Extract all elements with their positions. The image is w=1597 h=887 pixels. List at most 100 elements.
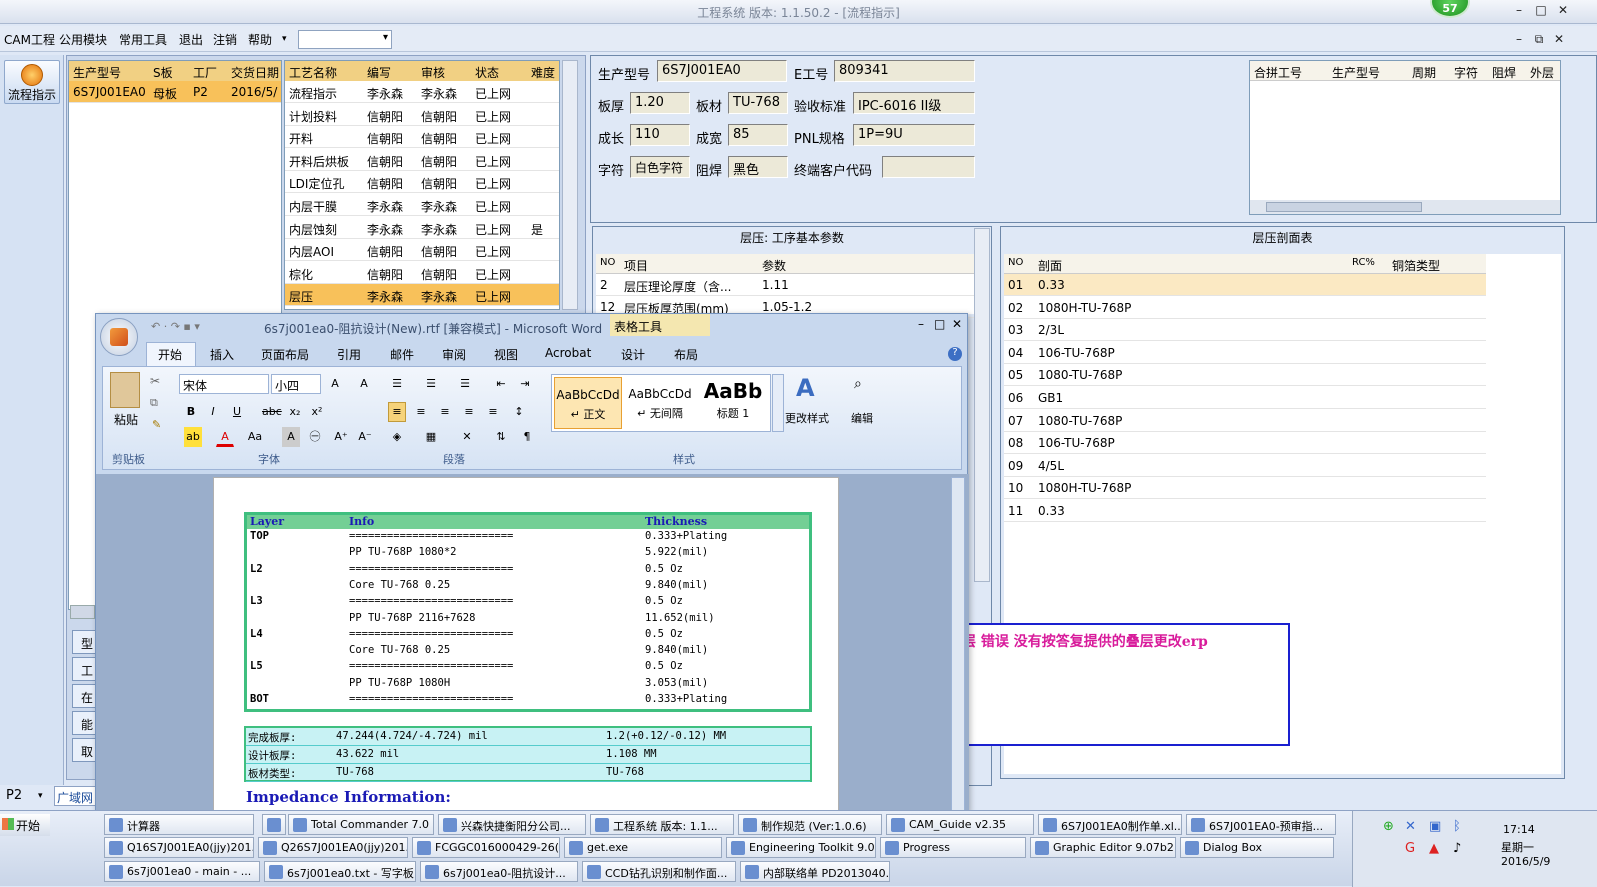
change-case-icon[interactable]: Aa <box>246 427 264 447</box>
borders-icon[interactable]: ▦ <box>422 427 440 447</box>
taskbar-item[interactable]: 兴森快捷衡阳分公司... <box>438 814 586 835</box>
align-center-icon[interactable]: ≡ <box>412 402 430 422</box>
copy-icon[interactable]: ⧉ <box>150 396 158 410</box>
pnl-field[interactable]: 1P=9U <box>853 124 975 146</box>
table-row[interactable]: 04 106-TU-768P <box>1004 342 1486 364</box>
clock-day[interactable]: 星期一 <box>1501 839 1534 855</box>
tray-app-icon[interactable]: ▣ <box>1429 819 1441 834</box>
table-row[interactable]: 11 0.33 <box>1004 500 1486 522</box>
chinese-layout-icon[interactable]: ✕ <box>458 427 476 447</box>
taskbar-item[interactable]: 6s7j001ea0.txt - 写字板 <box>264 861 416 882</box>
clear-format-icon[interactable]: A <box>355 374 373 394</box>
col-status[interactable]: 状态 <box>475 64 499 81</box>
table-row[interactable]: 07 1080-TU-768P <box>1004 410 1486 432</box>
col-merge-cycle[interactable]: 周期 <box>1412 64 1436 81</box>
mask-field[interactable]: 黑色 <box>728 156 788 178</box>
table-row[interactable]: 内层干膜 李永森 李永森 已上网 <box>285 194 559 216</box>
font-size-select[interactable]: 小四 <box>271 374 321 394</box>
grow-font-icon[interactable]: A <box>326 374 344 394</box>
italic-icon[interactable]: I <box>204 402 222 422</box>
style-heading-1[interactable]: AaBb 标题 1 <box>698 377 768 429</box>
col-merge-char[interactable]: 字符 <box>1454 64 1478 81</box>
tray-warning-icon[interactable]: ▲ <box>1429 841 1439 856</box>
sort-icon[interactable]: ⇅ <box>492 427 510 447</box>
table-row[interactable]: 开料后烘板 信朝阳 信朝阳 已上网 <box>285 149 559 171</box>
col-no[interactable]: NO <box>600 257 615 268</box>
h-scrollbar[interactable] <box>70 605 95 619</box>
table-row[interactable]: 层压 李永森 李永森 已上网 <box>285 284 559 307</box>
align-right-icon[interactable]: ≡ <box>436 402 454 422</box>
side-tab[interactable]: 在 <box>72 684 96 708</box>
taskbar-item[interactable]: 6S7J001EA0-预审指... <box>1186 814 1336 835</box>
tab-review[interactable]: 审阅 <box>442 346 466 363</box>
multilevel-icon[interactable]: ☰ <box>456 374 474 394</box>
menu-combo[interactable] <box>298 30 392 49</box>
wan-tab[interactable]: 广域网 <box>54 786 96 806</box>
decrease-indent-icon[interactable]: ⇤ <box>492 374 510 394</box>
tab-acrobat[interactable]: Acrobat <box>545 346 591 360</box>
side-tab[interactable]: 能 <box>72 711 96 735</box>
col-item[interactable]: 项目 <box>624 257 648 274</box>
table-row[interactable]: 09 4/5L <box>1004 455 1486 477</box>
taskbar-item[interactable]: 制作规范 (Ver:1.0.6) <box>738 814 882 835</box>
find-icon[interactable]: ⌕ <box>854 376 862 392</box>
taskbar-item[interactable]: Dialog Box <box>1180 837 1334 858</box>
mat-field[interactable]: TU-768 <box>728 92 788 114</box>
menu-tools[interactable]: 常用工具 <box>119 31 167 48</box>
taskbar-item[interactable]: CCD钻孔识别和制作面... <box>582 861 736 882</box>
shading-icon[interactable]: ◈ <box>388 427 406 447</box>
style-normal[interactable]: AaBbCcDd ↵ 正文 <box>554 377 622 429</box>
side-tab[interactable]: 取 <box>72 738 96 762</box>
increase-indent-icon[interactable]: ⇥ <box>516 374 534 394</box>
taskbar-item[interactable]: get.exe <box>564 837 722 858</box>
table-row[interactable]: 03 2/3L <box>1004 319 1486 342</box>
word-minimize-button[interactable]: – <box>918 317 924 331</box>
tray-antivirus-icon[interactable]: G <box>1405 841 1415 856</box>
col-sec-no[interactable]: NO <box>1008 257 1023 268</box>
char-shading-icon[interactable]: A <box>282 427 300 447</box>
change-styles-icon[interactable]: A <box>796 374 815 402</box>
col-prod[interactable]: 生产型号 <box>73 64 121 81</box>
change-styles-button[interactable]: 更改样式 <box>785 410 829 426</box>
menu-exit[interactable]: 退出 <box>179 31 203 48</box>
taskbar-item[interactable]: 工程系统 版本: 1.1... <box>590 814 734 835</box>
format-painter-icon[interactable]: ✎ <box>152 418 161 431</box>
col-merge-job[interactable]: 合拼工号 <box>1254 64 1302 81</box>
len-field[interactable]: 110 <box>630 124 690 146</box>
thick-field[interactable]: 1.20 <box>630 92 690 114</box>
paste-icon[interactable] <box>110 372 140 408</box>
office-button[interactable] <box>100 318 138 356</box>
col-reviewer[interactable]: 审核 <box>421 64 445 81</box>
taskbar-item[interactable]: 计算器 <box>104 814 254 835</box>
std-field[interactable]: IPC-6016 II级 <box>853 92 975 114</box>
word-window[interactable]: ↶ · ↷ ▪ ▾ 6s7j001ea0-阻抗设计(New).rtf [兼容模式… <box>95 313 969 814</box>
help-arrow-icon[interactable]: ▾ <box>282 34 287 44</box>
taskbar-item[interactable]: 6s7j001ea0-阻抗设计... <box>420 861 578 882</box>
taskbar-item[interactable]: CAM_Guide v2.35 <box>886 814 1034 835</box>
clock-date[interactable]: 2016/5/9 <box>1501 855 1550 868</box>
table-row[interactable]: 06 GB1 <box>1004 387 1486 409</box>
mdi-minimize-button[interactable]: – <box>1510 32 1528 48</box>
char-field[interactable]: 白色字符 <box>630 156 690 178</box>
taskbar-item[interactable]: Engineering Toolkit 9.07... <box>726 837 876 858</box>
undo-icon[interactable]: ↶ · ↷ ▪ ▾ <box>151 320 200 333</box>
col-author[interactable]: 编写 <box>367 64 391 81</box>
prod-field[interactable]: 6S7J001EA0 <box>657 60 787 82</box>
superscript-icon[interactable]: x² <box>308 402 326 422</box>
line-spacing-icon[interactable]: ↕ <box>510 402 528 422</box>
numbering-icon[interactable]: ☰ <box>422 374 440 394</box>
tray-bluetooth-icon[interactable]: ᛒ <box>1453 819 1461 834</box>
side-tab[interactable]: 工 <box>72 657 96 681</box>
table-row[interactable]: 2 层压理论厚度（含... 1.11 <box>596 274 976 296</box>
minimize-button[interactable]: – <box>1510 3 1528 19</box>
styles-scroll[interactable] <box>772 374 784 432</box>
doc-v-scrollbar[interactable] <box>951 477 965 812</box>
taskbar-item[interactable]: Q16S7J001EA0(jjy)201... <box>104 837 254 858</box>
col-difficulty[interactable]: 难度 <box>531 64 555 81</box>
table-row[interactable]: 10 1080H-TU-768P <box>1004 477 1486 500</box>
cust-field[interactable] <box>882 156 975 178</box>
menu-cam[interactable]: CAM工程 <box>4 31 55 48</box>
font-color-icon[interactable]: A <box>216 427 234 447</box>
table-row[interactable]: 01 0.33 <box>1004 274 1486 296</box>
col-merge-mask[interactable]: 阻焊 <box>1492 64 1516 81</box>
